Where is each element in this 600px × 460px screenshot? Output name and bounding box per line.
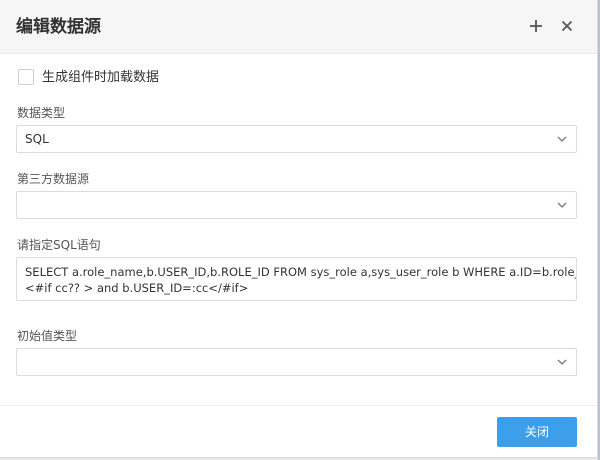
data-type-select[interactable]: SQL (16, 125, 577, 153)
dialog-title: 编辑数据源 (16, 17, 101, 37)
third-party-source-select[interactable] (16, 191, 577, 219)
chevron-down-icon (557, 201, 567, 209)
data-type-label: 数据类型 (17, 106, 66, 120)
plus-icon[interactable] (525, 15, 547, 37)
chevron-down-icon (557, 358, 567, 366)
dialog-header: 编辑数据源 (0, 0, 597, 54)
initial-value-type-select[interactable] (16, 348, 577, 376)
sql-line-2: <#if cc?? > and b.USER_ID=:cc</#if> (25, 281, 249, 295)
chevron-down-icon (557, 135, 567, 143)
close-button[interactable]: 关闭 (497, 417, 577, 447)
initial-value-type-label: 初始值类型 (17, 329, 78, 343)
close-icon[interactable] (556, 15, 578, 37)
data-type-value: SQL (25, 132, 49, 146)
edit-datasource-dialog: 编辑数据源 生成组件时加载数据 数据类型 SQL 第三方数据源 请指定SQL语句… (0, 0, 598, 458)
sql-statement-label: 请指定SQL语句 (17, 238, 101, 252)
load-on-init-checkbox[interactable] (18, 69, 34, 85)
third-party-source-label: 第三方数据源 (17, 172, 90, 186)
sql-statement-textarea[interactable]: SELECT a.role_name,b.USER_ID,b.ROLE_ID F… (16, 257, 577, 301)
footer-divider (0, 405, 597, 406)
load-on-init-label: 生成组件时加载数据 (42, 70, 160, 85)
sql-line-1: SELECT a.role_name,b.USER_ID,b.ROLE_ID F… (25, 265, 577, 279)
